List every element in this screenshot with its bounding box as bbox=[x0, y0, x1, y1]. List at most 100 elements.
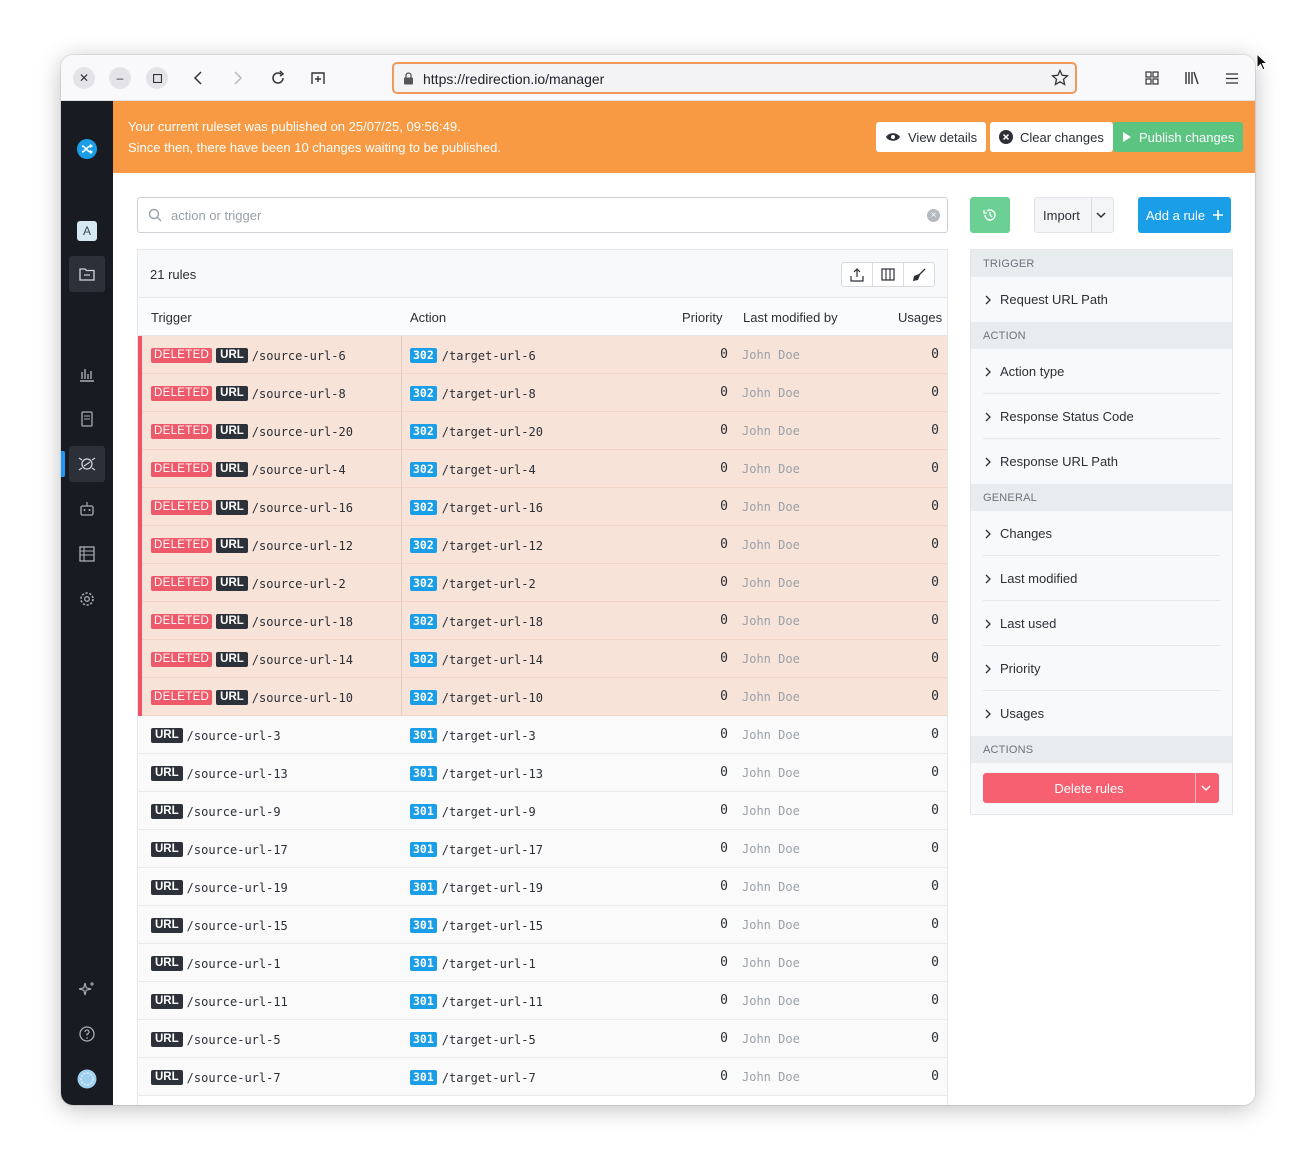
maximize-window-icon[interactable] bbox=[146, 67, 168, 89]
table-row[interactable]: DELETED URL/source-url-18 302/target-url-1… bbox=[138, 602, 947, 640]
chevron-right-icon bbox=[985, 410, 991, 425]
row-divider bbox=[401, 374, 402, 412]
table-row[interactable]: DELETED URL/source-url-2 302/target-url-2 0… bbox=[138, 564, 947, 602]
sparkles-icon[interactable] bbox=[69, 971, 105, 1007]
modified-by-column-header[interactable]: Last modified by bbox=[743, 310, 838, 325]
source-url: /source-url-5 bbox=[186, 1032, 281, 1047]
source-url: /source-url-8 bbox=[251, 386, 346, 401]
filter-last-modified[interactable]: Last modified bbox=[983, 556, 1220, 601]
table-row[interactable]: URL/source-url-7 301/target-url-7 0 John Do… bbox=[138, 1058, 947, 1096]
action-column-header[interactable]: Action bbox=[410, 310, 446, 325]
instances-table-icon[interactable] bbox=[69, 536, 105, 572]
table-row[interactable]: URL/source-url-1 301/target-url-1 0 John Do… bbox=[138, 944, 947, 982]
table-row[interactable]: DELETED URL/source-url-8 302/target-url-8 0… bbox=[138, 374, 947, 412]
usages-column-header[interactable]: Usages bbox=[898, 310, 942, 325]
priority-value: 0 bbox=[720, 993, 728, 1008]
help-icon[interactable] bbox=[69, 1016, 105, 1052]
clear-changes-button[interactable]: Clear changes bbox=[990, 122, 1113, 152]
url-badge: URL bbox=[216, 614, 248, 629]
rules-manager: action or trigger × Import Add a rule 21… bbox=[113, 173, 1255, 1105]
close-window-icon[interactable]: ✕ bbox=[73, 67, 95, 89]
priority-column-header[interactable]: Priority bbox=[682, 310, 722, 325]
history-button[interactable] bbox=[970, 197, 1010, 233]
filter-response-url-path[interactable]: Response URL Path bbox=[983, 439, 1220, 484]
export-icon[interactable] bbox=[842, 263, 873, 286]
chevron-down-icon[interactable] bbox=[1201, 781, 1211, 796]
table-row[interactable]: URL/source-url-17 301/target-url-17 0 John … bbox=[138, 830, 947, 868]
add-rule-button[interactable]: Add a rule bbox=[1138, 197, 1231, 233]
columns-icon[interactable] bbox=[873, 263, 904, 286]
table-row[interactable]: URL/source-url-9 301/target-url-9 0 John Do… bbox=[138, 792, 947, 830]
filter-last-used[interactable]: Last used bbox=[983, 601, 1220, 646]
view-details-button[interactable]: View details bbox=[876, 122, 987, 152]
robot-icon[interactable] bbox=[69, 491, 105, 527]
table-row[interactable]: URL/source-url-11 301/target-url-11 0 John … bbox=[138, 982, 947, 1020]
status-code-badge: 302 bbox=[410, 538, 437, 553]
trigger-cell: URL/source-url-17 bbox=[151, 842, 288, 857]
rules-icon[interactable] bbox=[69, 446, 105, 482]
analytics-chart-icon[interactable] bbox=[69, 356, 105, 392]
table-row[interactable]: DELETED URL/source-url-20 302/target-url-2… bbox=[138, 412, 947, 450]
target-url: /target-url-6 bbox=[441, 348, 536, 363]
extensions-grid-icon[interactable] bbox=[1141, 67, 1163, 89]
table-row[interactable]: URL/source-url-13 301/target-url-13 0 John … bbox=[138, 754, 947, 792]
modified-by-value: John Doe bbox=[742, 652, 800, 666]
filter-label: Request URL Path bbox=[1000, 292, 1108, 307]
action-cell: 301/target-url-1 bbox=[410, 956, 536, 971]
redirection-logo-icon[interactable] bbox=[69, 131, 105, 167]
library-icon[interactable] bbox=[1181, 67, 1203, 89]
source-url: /source-url-13 bbox=[186, 766, 288, 781]
chevron-down-icon[interactable] bbox=[1096, 208, 1106, 223]
publish-changes-button[interactable]: Publish changes bbox=[1113, 122, 1244, 152]
trigger-cell: URL/source-url-13 bbox=[151, 766, 288, 781]
project-avatar[interactable]: A bbox=[69, 213, 105, 249]
address-bar[interactable]: https://redirection.io/manager bbox=[392, 62, 1077, 94]
filter-usages[interactable]: Usages bbox=[983, 691, 1220, 736]
table-row[interactable]: URL/source-url-3 301/target-url-3 0 John Do… bbox=[138, 716, 947, 754]
bookmark-star-icon[interactable] bbox=[1051, 68, 1069, 92]
table-row[interactable]: URL/source-url-15 301/target-url-15 0 John … bbox=[138, 906, 947, 944]
table-row[interactable]: DELETED URL/source-url-4 302/target-url-4 0… bbox=[138, 450, 947, 488]
rules-count: 21 rules bbox=[150, 267, 197, 282]
status-code-badge: 302 bbox=[410, 576, 437, 591]
filter-action-type[interactable]: Action type bbox=[983, 349, 1220, 394]
table-row[interactable]: DELETED URL/source-url-12 302/target-url-1… bbox=[138, 526, 947, 564]
table-row[interactable]: DELETED URL/source-url-16 302/target-url-1… bbox=[138, 488, 947, 526]
table-row[interactable]: DELETED URL/source-url-14 302/target-url-1… bbox=[138, 640, 947, 678]
delete-rules-button[interactable]: Delete rules bbox=[983, 773, 1219, 803]
import-button[interactable]: Import bbox=[1034, 197, 1114, 233]
settings-gear-icon[interactable] bbox=[69, 581, 105, 617]
status-code-badge: 301 bbox=[410, 766, 437, 781]
filter-request-url-path[interactable]: Request URL Path bbox=[983, 277, 1220, 322]
usages-value: 0 bbox=[931, 841, 939, 856]
broom-clear-icon[interactable] bbox=[904, 263, 934, 286]
table-row[interactable]: URL/source-url-19 301/target-url-19 0 John … bbox=[138, 868, 947, 906]
usages-value: 0 bbox=[931, 347, 939, 362]
chevron-right-icon bbox=[985, 707, 991, 722]
hamburger-menu-icon[interactable] bbox=[1221, 67, 1243, 89]
target-url: /target-url-17 bbox=[441, 842, 543, 857]
table-row[interactable]: DELETED URL/source-url-6 302/target-url-6 0… bbox=[138, 336, 947, 374]
reload-icon[interactable] bbox=[267, 67, 289, 89]
filter-changes[interactable]: Changes bbox=[983, 511, 1220, 556]
action-filter-section: ACTION bbox=[971, 322, 1232, 349]
usages-value: 0 bbox=[931, 461, 939, 476]
new-tab-icon[interactable] bbox=[307, 67, 329, 89]
logs-document-icon[interactable] bbox=[69, 401, 105, 437]
filter-priority[interactable]: Priority bbox=[983, 646, 1220, 691]
trigger-column-header[interactable]: Trigger bbox=[151, 310, 192, 325]
minimize-window-icon[interactable]: – bbox=[109, 67, 131, 89]
trigger-cell: URL/source-url-5 bbox=[151, 1032, 281, 1047]
table-row[interactable]: DELETED URL/source-url-10 302/target-url-1… bbox=[138, 678, 947, 716]
filter-response-status-code[interactable]: Response Status Code bbox=[983, 394, 1220, 439]
table-tools bbox=[841, 262, 935, 287]
folder-icon[interactable] bbox=[69, 256, 105, 292]
forward-icon[interactable] bbox=[227, 67, 249, 89]
search-input[interactable]: action or trigger × bbox=[137, 197, 948, 233]
user-avatar[interactable] bbox=[69, 1061, 105, 1097]
table-row[interactable]: URL/source-url-5 301/target-url-5 0 John Do… bbox=[138, 1020, 947, 1058]
back-icon[interactable] bbox=[187, 67, 209, 89]
clear-search-icon[interactable]: × bbox=[927, 209, 940, 222]
modified-by-value: John Doe bbox=[742, 1070, 800, 1084]
status-code-badge: 301 bbox=[410, 956, 437, 971]
